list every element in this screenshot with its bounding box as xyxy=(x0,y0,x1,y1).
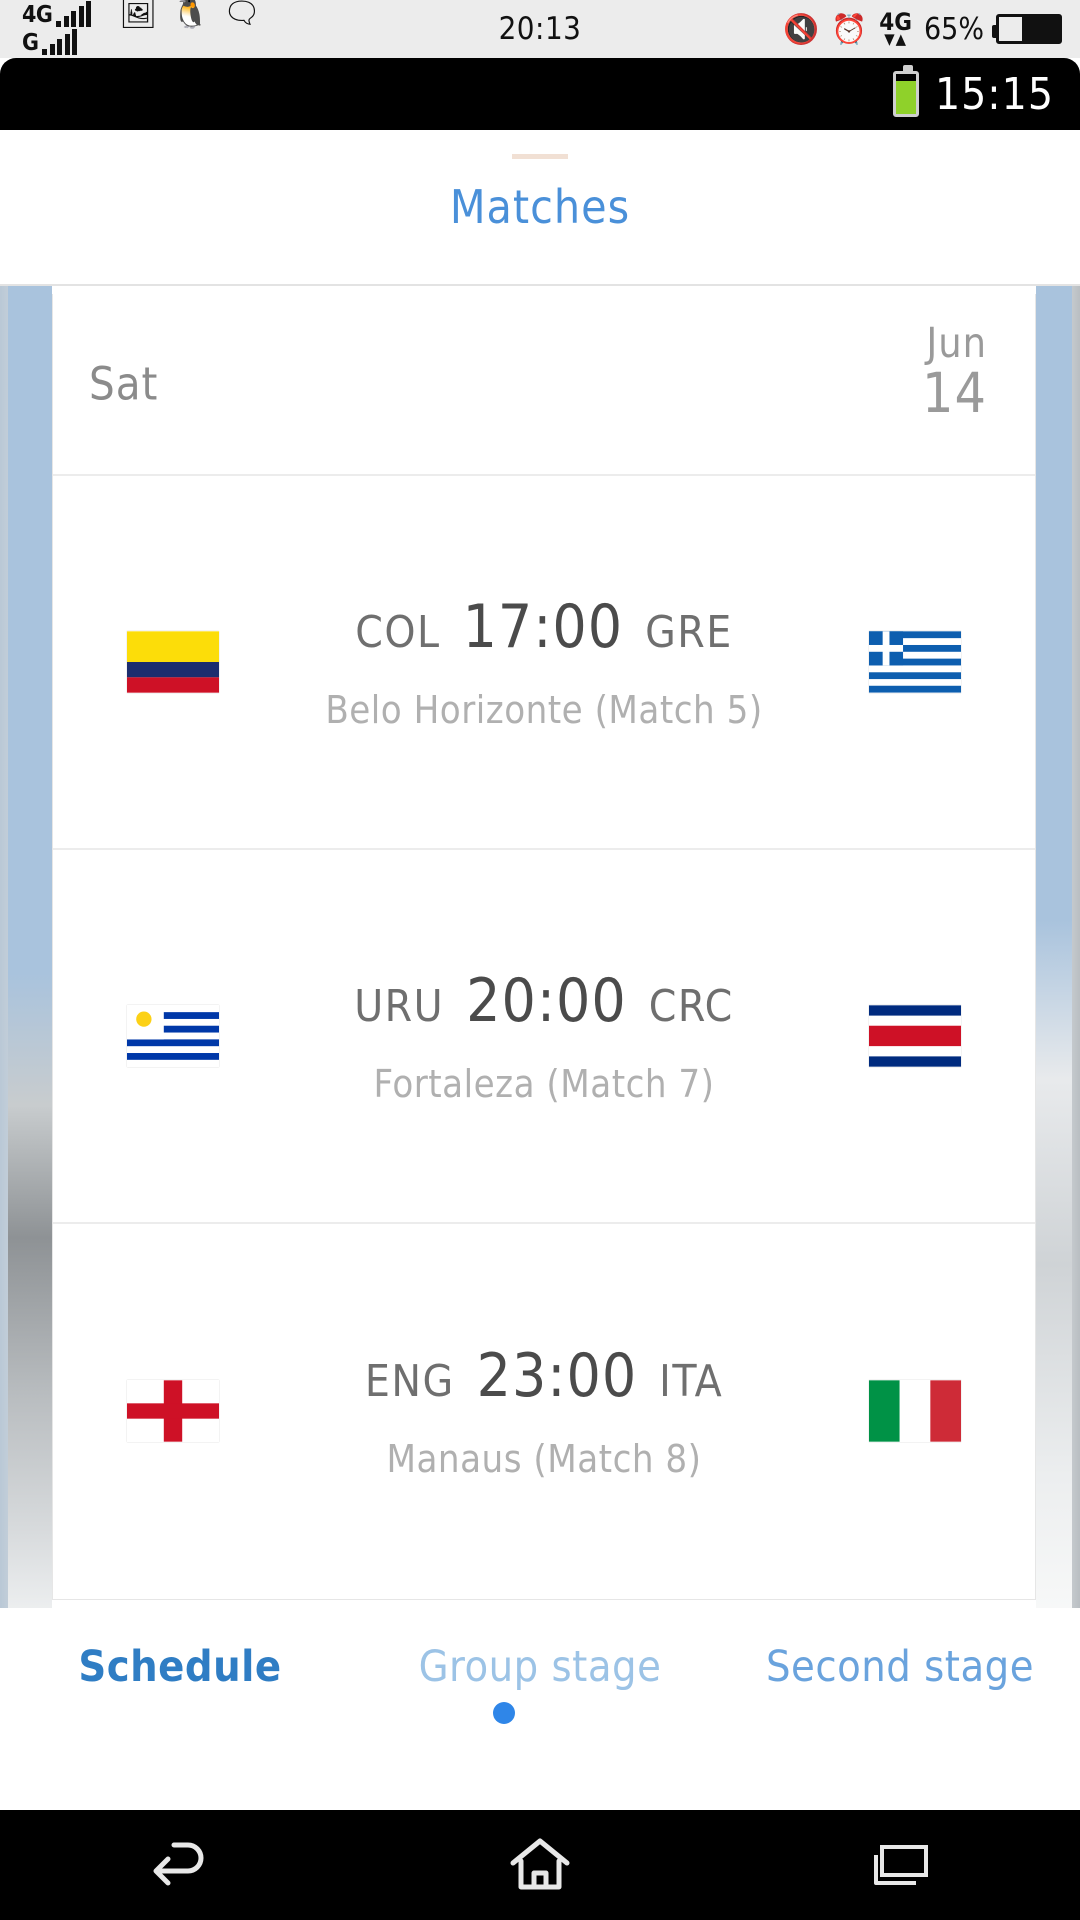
match-venue: Belo Horizonte (Match 5) xyxy=(325,688,763,732)
android-nav-bar xyxy=(0,1810,1080,1920)
matches-area: Sat Jun 14 COL 17:00 GRE Belo Horizonte … xyxy=(0,286,1080,1608)
date-header-row: Sat Jun 14 xyxy=(53,294,1035,476)
away-flag-slot xyxy=(795,1380,1035,1442)
away-flag-slot xyxy=(795,631,1035,693)
home-flag-slot xyxy=(53,1380,293,1442)
tab-group-stage[interactable]: Group stage xyxy=(360,1642,720,1692)
tab-schedule[interactable]: Schedule xyxy=(0,1642,360,1692)
left-edge-gloss xyxy=(8,286,52,1608)
match-time: 17:00 xyxy=(462,592,624,662)
away-team-code: GRE xyxy=(645,607,733,658)
battery-icon xyxy=(992,14,1062,44)
host-status-bar: 4G G 🖼 🐧 🗨 20:13 🔇 ⏰ 4G ▼▲ 65% xyxy=(0,0,1080,58)
host-status-right: 🔇 ⏰ 4G ▼▲ 65% xyxy=(783,0,1062,58)
alarm-icon: ⏰ xyxy=(831,11,868,46)
home-icon xyxy=(510,1838,570,1890)
home-button[interactable] xyxy=(470,1810,610,1920)
match-info: URU 20:00 CRC Fortaleza (Match 7) xyxy=(293,966,795,1106)
uruguay-flag xyxy=(127,1005,219,1067)
match-time: 20:00 xyxy=(466,966,627,1036)
match-time: 23:00 xyxy=(476,1341,638,1411)
date-day-number: 14 xyxy=(922,361,987,426)
match-info: COL 17:00 GRE Belo Horizonte (Match 5) xyxy=(293,592,795,732)
home-team-code: URU xyxy=(354,981,445,1032)
tab-second-stage[interactable]: Second stage xyxy=(720,1642,1080,1692)
battery-percent-label: 65% xyxy=(924,11,984,47)
italy-flag xyxy=(869,1380,961,1442)
right-edge-gloss xyxy=(1036,286,1072,1608)
date-month: Jun xyxy=(926,319,987,367)
england-flag xyxy=(127,1380,219,1442)
away-team-code: ITA xyxy=(659,1356,724,1407)
page-title-label: Matches xyxy=(449,180,631,234)
match-headline: COL 17:00 GRE xyxy=(355,592,733,662)
data-transfer-icon: 4G ▼▲ xyxy=(879,8,912,48)
screenshot-content: 15:15 Matches Sat Jun 14 COL 17:00 GRE B… xyxy=(0,58,1080,1810)
device-status-bar: 15:15 xyxy=(0,58,1080,130)
device-clock: 15:15 xyxy=(934,68,1054,120)
card-strip: Sat Jun 14 COL 17:00 GRE Belo Horizonte … xyxy=(8,286,1072,1608)
match-venue: Fortaleza (Match 7) xyxy=(373,1062,715,1106)
schedule-card[interactable]: Sat Jun 14 COL 17:00 GRE Belo Horizonte … xyxy=(52,294,1036,1600)
back-button[interactable] xyxy=(110,1810,250,1920)
colombia-flag xyxy=(127,631,219,693)
home-flag-slot xyxy=(53,1005,293,1067)
costa-rica-flag xyxy=(869,1005,961,1067)
date-day-of-week: Sat xyxy=(89,357,159,411)
greece-flag xyxy=(869,631,961,693)
recents-icon xyxy=(874,1845,928,1885)
mute-icon: 🔇 xyxy=(783,11,820,46)
match-venue: Manaus (Match 8) xyxy=(386,1437,702,1481)
back-icon xyxy=(153,1842,204,1886)
title-underline-decoration xyxy=(512,154,568,159)
date-month-day: Jun 14 xyxy=(922,319,987,426)
match-headline: URU 20:00 CRC xyxy=(354,966,734,1036)
home-team-code: COL xyxy=(355,607,441,658)
away-flag-slot xyxy=(795,1005,1035,1067)
match-info: ENG 23:00 ITA Manaus (Match 8) xyxy=(293,1341,795,1481)
bottom-tab-bar: Schedule Group stage Second stage xyxy=(0,1608,1080,1726)
device-battery-icon xyxy=(892,65,919,117)
home-team-code: ENG xyxy=(364,1356,455,1407)
match-row[interactable]: ENG 23:00 ITA Manaus (Match 8) xyxy=(53,1224,1035,1598)
app-header: Matches xyxy=(0,130,1080,286)
home-flag-slot xyxy=(53,631,293,693)
page-indicator-dot-active[interactable] xyxy=(493,1702,515,1724)
match-row[interactable]: URU 20:00 CRC Fortaleza (Match 7) xyxy=(53,850,1035,1224)
page-title: Matches xyxy=(449,154,631,234)
away-team-code: CRC xyxy=(648,981,734,1032)
match-row[interactable]: COL 17:00 GRE Belo Horizonte (Match 5) xyxy=(53,476,1035,850)
page-indicator xyxy=(0,1702,1080,1724)
recents-button[interactable] xyxy=(830,1810,970,1920)
match-headline: ENG 23:00 ITA xyxy=(365,1341,723,1411)
